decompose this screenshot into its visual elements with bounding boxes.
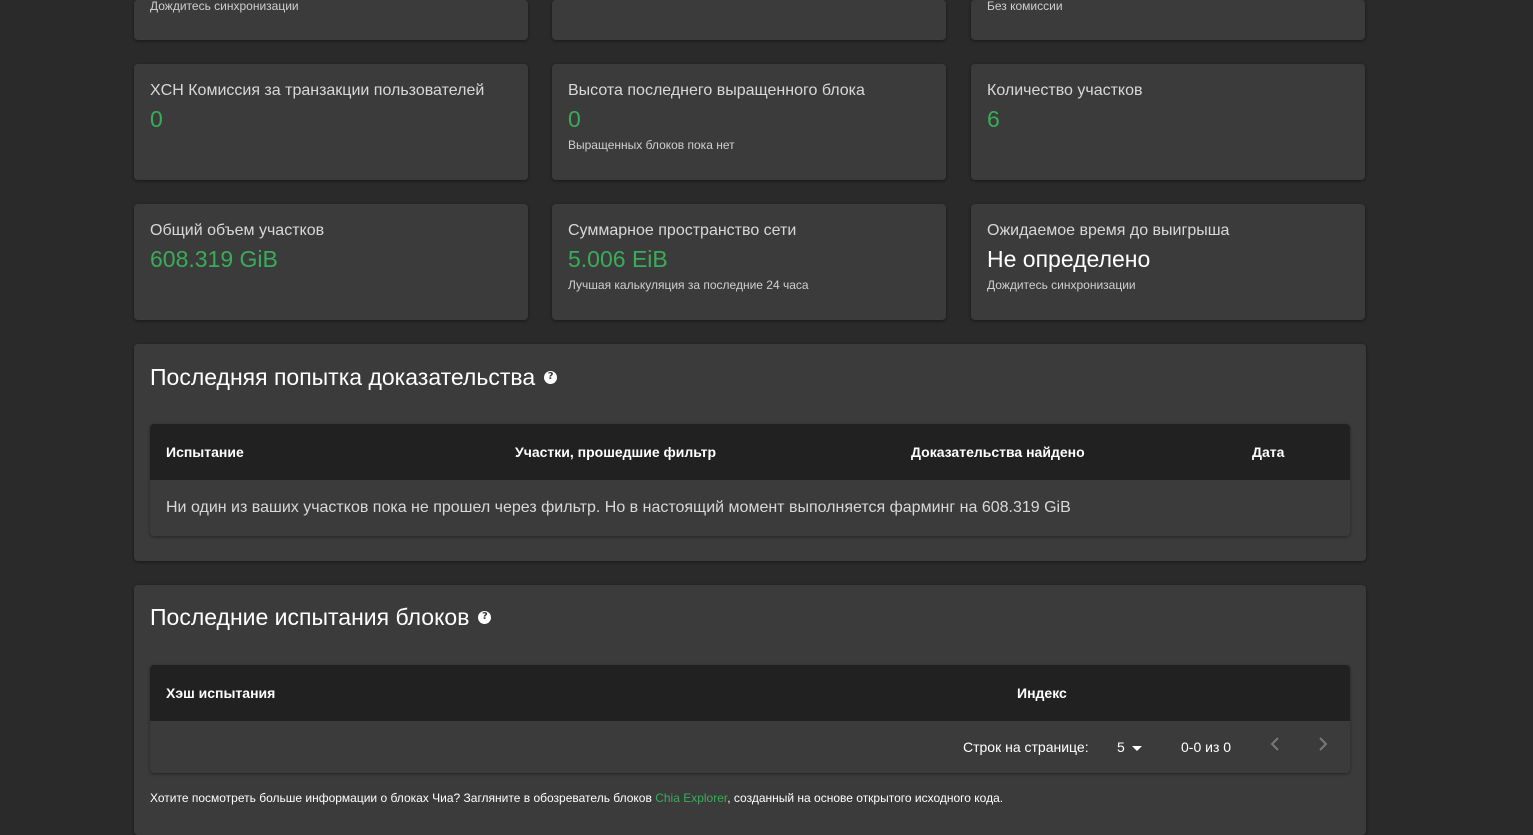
explorer-footnote: Хотите посмотреть больше информации о бл… [150,791,1003,805]
stat-title: Ожидаемое время до выигрыша [987,222,1230,239]
stat-card-total-plot-size: Общий объем участков 608.319 GiB [134,204,528,320]
stat-card-expected-time-to-win: Ожидаемое время до выигрыша Не определен… [971,204,1365,320]
stat-card-last-block-height: Высота последнего выращенного блока 0 Вы… [552,64,946,180]
stat-value: 0 [568,106,581,132]
latest-challenges-table: Хэш испытания Индекс Строк на странице: … [150,665,1350,773]
footnote-text-after: , созданный на основе открытого исходног… [727,791,1004,805]
footnote-text-before: Хотите посмотреть больше информации о бл… [150,791,656,805]
column-header-challenge-hash: Хэш испытания [166,685,276,701]
column-header-challenge: Испытание [166,444,244,460]
stat-card-sync-status: Дождитесь синхронизации [134,0,528,40]
help-icon[interactable]: ? [478,610,492,624]
latest-proofs-table: Испытание Участки, прошедшие фильтр Дока… [150,424,1350,536]
table-header: Хэш испытания Индекс [150,665,1350,721]
stat-card-plot-count: Количество участков 6 [971,64,1365,180]
rows-per-page-select[interactable]: 5 [1117,739,1142,755]
chevron-right-icon [1319,737,1328,751]
caret-down-icon [1131,745,1142,751]
previous-page-button[interactable] [1268,733,1282,759]
stat-card-fee: Без комиссии [971,0,1365,40]
stat-value: 0 [150,106,163,132]
stat-card-user-fees: XCH Комиссия за транзакции пользователей… [134,64,528,180]
stat-title: Суммарное пространство сети [568,222,797,239]
stat-card-netspace: Суммарное пространство сети 5.006 EiB Лу… [552,204,946,320]
stat-title: Количество участков [987,82,1143,99]
latest-challenges-title: Последние испытания блоков [150,604,470,630]
table-pagination: Строк на странице: 5 0-0 из 0 [150,721,1350,773]
chia-explorer-link[interactable]: Chia Explorer [655,791,727,805]
rows-per-page-value: 5 [1117,739,1125,755]
column-header-index: Индекс [1017,685,1067,701]
stat-subtitle: Без комиссии [987,0,1063,13]
stat-value: 608.319 GiB [150,246,278,272]
stat-subtitle: Выращенных блоков пока нет [568,138,735,152]
chevron-left-icon [1270,737,1279,751]
stat-subtitle: Дождитесь синхронизации [150,0,299,13]
column-header-proofs-found: Доказательства найдено [911,444,1085,460]
stat-value: Не определено [987,246,1151,272]
stat-title: XCH Комиссия за транзакции пользователей [150,82,485,99]
rows-per-page-label: Строк на странице: [963,739,1089,755]
stat-card-partial-middle [552,0,946,40]
section-title: Последние испытания блоков ? [150,603,492,631]
table-body: Ни один из ваших участков пока не прошел… [150,480,1350,536]
table-header: Испытание Участки, прошедшие фильтр Дока… [150,424,1350,480]
stat-subtitle: Дождитесь синхронизации [987,278,1136,292]
stat-value: 6 [987,106,1000,132]
latest-proofs-section: Последняя попытка доказательства ? Испыт… [134,344,1366,561]
empty-message: Ни один из ваших участков пока не прошел… [166,499,1071,516]
latest-proofs-title: Последняя попытка доказательства [150,364,536,390]
stat-title: Общий объем участков [150,222,325,239]
help-icon[interactable]: ? [544,370,558,384]
latest-challenges-section: Последние испытания блоков ? Хэш испытан… [134,585,1366,835]
section-title: Последняя попытка доказательства ? [150,363,558,391]
column-header-date: Дата [1252,444,1285,460]
stat-value: 5.006 EiB [568,246,668,272]
column-header-plots-passed: Участки, прошедшие фильтр [515,444,717,460]
pagination-range: 0-0 из 0 [1181,739,1232,755]
next-page-button[interactable] [1316,733,1330,759]
stat-subtitle: Лучшая калькуляция за последние 24 часа [568,278,809,292]
stat-title: Высота последнего выращенного блока [568,82,865,99]
